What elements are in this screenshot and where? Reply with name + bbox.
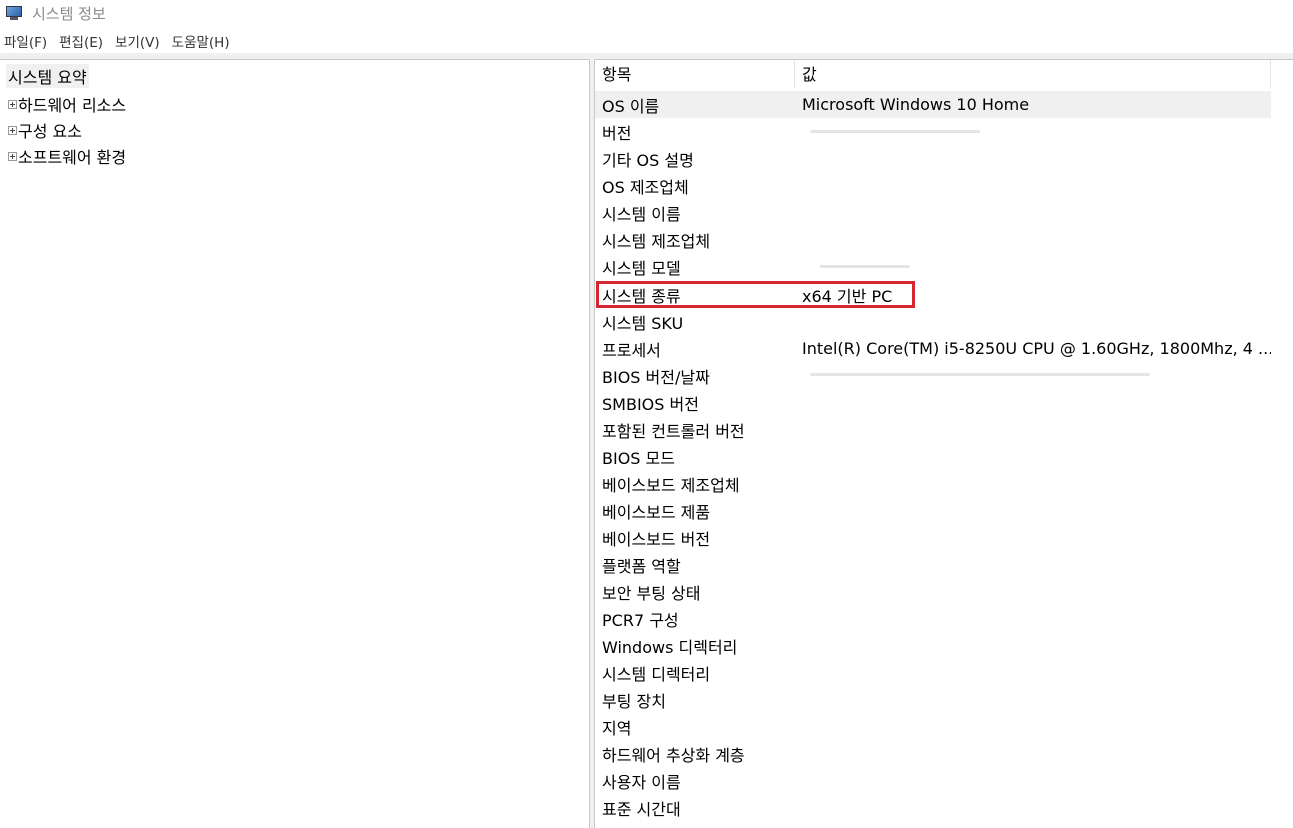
- row-item: 기타 OS 설명: [602, 150, 694, 170]
- table-row[interactable]: 시스템 모델: [595, 253, 1271, 280]
- table-row[interactable]: 베이스보드 버전: [595, 524, 1271, 551]
- row-item: 베이스보드 제조업체: [602, 475, 740, 495]
- row-item: OS 제조업체: [602, 177, 689, 197]
- row-item: 시스템 제조업체: [602, 231, 711, 251]
- tree-item-software-environment[interactable]: 소프트웨어 환경: [8, 144, 126, 168]
- menu-view[interactable]: 보기(V): [115, 31, 160, 51]
- table-row[interactable]: 프로세서 Intel(R) Core(TM) i5-8250U CPU @ 1.…: [595, 335, 1271, 362]
- row-item: 보안 부팅 상태: [602, 583, 701, 603]
- tree-pane[interactable]: 시스템 요약 하드웨어 리소스 구성 요소 소프트웨어 환경: [0, 59, 590, 828]
- row-item: 버전: [602, 123, 632, 143]
- table-row[interactable]: 하드웨어 추상화 계층: [595, 740, 1271, 767]
- row-value: x64 기반 PC: [802, 286, 893, 306]
- title-bar: 시스템 정보: [0, 0, 1293, 26]
- menu-edit[interactable]: 편집(E): [59, 31, 103, 51]
- table-row[interactable]: Windows 디렉터리: [595, 632, 1271, 659]
- expand-icon[interactable]: [8, 151, 17, 161]
- row-item: 하드웨어 추상화 계층: [602, 745, 745, 765]
- tree-item-label: 하드웨어 리소스: [18, 96, 127, 115]
- row-value: Intel(R) Core(TM) i5-8250U CPU @ 1.60GHz…: [802, 339, 1271, 358]
- table-row[interactable]: 시스템 제조업체: [595, 226, 1271, 253]
- table-row[interactable]: 베이스보드 제조업체: [595, 470, 1271, 497]
- column-header-value[interactable]: 값: [795, 60, 1271, 88]
- details-pane: 항목 값 OS 이름 Microsoft Windows 10 Home 버전 …: [594, 59, 1293, 828]
- redacted-value: [810, 373, 1150, 376]
- row-item: 시스템 모델: [602, 258, 681, 278]
- computer-icon: [6, 6, 24, 20]
- row-item: 사용자 이름: [602, 772, 681, 792]
- menu-help[interactable]: 도움말(H): [172, 31, 230, 51]
- tree-item-hardware-resources[interactable]: 하드웨어 리소스: [8, 92, 126, 116]
- row-item: Windows 디렉터리: [602, 637, 738, 657]
- tree-item-label: 구성 요소: [18, 122, 82, 141]
- table-row[interactable]: 사용자 이름: [595, 767, 1271, 794]
- redacted-value: [820, 265, 910, 268]
- row-value: Microsoft Windows 10 Home: [802, 95, 1030, 114]
- table-row[interactable]: BIOS 모드: [595, 443, 1271, 470]
- table-row[interactable]: SMBIOS 버전: [595, 389, 1271, 416]
- row-item: 포함된 컨트롤러 버전: [602, 421, 745, 441]
- table-row[interactable]: 시스템 디렉터리: [595, 659, 1271, 686]
- tree-item-label: 소프트웨어 환경: [18, 148, 127, 167]
- row-item: 시스템 디렉터리: [602, 664, 711, 684]
- table-row[interactable]: 플랫폼 역할: [595, 551, 1271, 578]
- row-item: 베이스보드 버전: [602, 529, 711, 549]
- table-row[interactable]: OS 제조업체: [595, 172, 1271, 199]
- tree-item-system-summary[interactable]: 시스템 요약: [6, 64, 89, 88]
- table-header: 항목 값: [595, 60, 1271, 88]
- table-row[interactable]: 부팅 장치: [595, 686, 1271, 713]
- row-item: 시스템 이름: [602, 204, 681, 224]
- table-row[interactable]: 지역: [595, 713, 1271, 740]
- row-item: 시스템 SKU: [602, 313, 684, 333]
- row-item: 지역: [602, 718, 632, 738]
- expand-icon[interactable]: [8, 99, 17, 109]
- table-row[interactable]: 베이스보드 제품: [595, 497, 1271, 524]
- table-row[interactable]: 포함된 컨트롤러 버전: [595, 416, 1271, 443]
- row-item: OS 이름: [602, 96, 660, 116]
- table-row[interactable]: 시스템 종류 x64 기반 PC: [595, 281, 1271, 308]
- row-item: PCR7 구성: [602, 610, 679, 630]
- expand-icon[interactable]: [8, 125, 17, 135]
- row-item: 표준 시간대: [602, 799, 681, 819]
- row-item: SMBIOS 버전: [602, 394, 699, 414]
- menu-bar: 파일(F) 편집(E) 보기(V) 도움말(H): [0, 30, 238, 52]
- window-title: 시스템 정보: [32, 4, 106, 23]
- table-row[interactable]: 기타 OS 설명: [595, 145, 1271, 172]
- column-header-item[interactable]: 항목: [595, 60, 795, 88]
- row-item: 플랫폼 역할: [602, 556, 681, 576]
- row-item: 부팅 장치: [602, 691, 666, 711]
- row-item: 베이스보드 제품: [602, 502, 711, 522]
- row-item: 프로세서: [602, 340, 661, 360]
- table-row[interactable]: 표준 시간대: [595, 794, 1271, 821]
- table-row[interactable]: OS 이름 Microsoft Windows 10 Home: [595, 91, 1271, 118]
- table-row[interactable]: PCR7 구성: [595, 605, 1271, 632]
- tree-item-components[interactable]: 구성 요소: [8, 118, 82, 142]
- row-item: 시스템 종류: [602, 286, 681, 306]
- row-item: BIOS 모드: [602, 448, 675, 468]
- table-row[interactable]: 시스템 SKU: [595, 308, 1271, 335]
- redacted-value: [810, 130, 980, 133]
- table-row[interactable]: 보안 부팅 상태: [595, 578, 1271, 605]
- menu-file[interactable]: 파일(F): [4, 31, 47, 51]
- table-row[interactable]: 시스템 이름: [595, 199, 1271, 226]
- row-item: BIOS 버전/날짜: [602, 367, 710, 387]
